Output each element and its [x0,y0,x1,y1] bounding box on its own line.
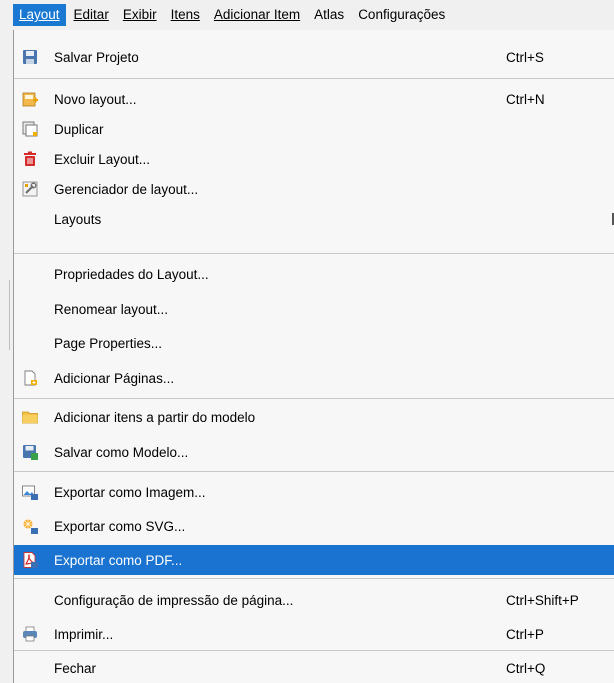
menu-item-exportar-imagem[interactable]: Exportar como Imagem... [14,477,614,507]
menu-bar: Layout Editar Exibir Itens Adicionar Ite… [0,0,614,30]
menu-item-layouts-submenu[interactable]: Layouts [14,204,614,234]
menu-item-renomear-layout[interactable]: Renomear layout... [14,294,614,324]
menu-label: Exportar como Imagem... [54,484,206,500]
menu-item-exportar-svg[interactable]: Exportar como SVG... [14,511,614,541]
window-edge [0,30,13,683]
menu-separator [14,398,614,399]
menu-item-adicionar-itens-modelo[interactable]: Adicionar itens a partir do modelo [14,402,614,432]
duplicate-layout-icon [22,121,38,137]
window-frame-line [9,280,10,350]
menu-item-novo-layout[interactable]: Novo layout... Ctrl+N [14,84,614,114]
add-pages-icon [24,370,37,386]
menu-item-gerenciador-de-layout[interactable]: Gerenciador de layout... [14,174,614,204]
menu-item-page-properties[interactable]: Page Properties... [14,328,614,358]
menu-shortcut: Ctrl+Q [506,660,546,676]
menu-separator [14,253,614,254]
menu-label: Excluir Layout... [54,151,151,167]
menu-item-config-impressao[interactable]: Configuração de impressão de página... C… [14,585,614,615]
menu-label: Salvar Projeto [54,49,139,65]
folder-icon [22,411,38,424]
export-image-icon [22,485,38,500]
menubar-itens[interactable]: Itens [165,4,206,26]
export-svg-icon [22,518,38,534]
menu-item-fechar[interactable]: Fechar Ctrl+Q [14,653,614,683]
menu-item-duplicar[interactable]: Duplicar [14,114,614,144]
menu-label: Layouts [54,211,102,227]
menubar-layout[interactable]: Layout [13,4,66,26]
menu-item-excluir-layout[interactable]: Excluir Layout... [14,144,614,174]
menu-label: Configuração de impressão de página... [54,592,294,608]
menu-label: Novo layout... [54,91,137,107]
menu-item-salvar-como-modelo[interactable]: Salvar como Modelo... [14,437,614,467]
menu-label: Page Properties... [54,335,163,351]
menubar-editar[interactable]: Editar [68,4,115,26]
menu-label: Exportar como SVG... [54,518,186,534]
menu-shortcut: Ctrl+Shift+P [506,592,579,608]
delete-icon [24,151,36,166]
menu-separator [14,471,614,472]
new-layout-icon [22,92,38,107]
export-pdf-icon [23,552,38,568]
save-as-template-icon [23,445,38,460]
menu-label: Gerenciador de layout... [54,181,199,197]
menu-label: Fechar [54,660,97,676]
layout-manager-icon [22,181,38,197]
menu-label: Exportar como PDF... [54,552,183,568]
menu-shortcut: Ctrl+S [506,49,544,65]
layout-menu-dropdown: Salvar Projeto Ctrl+S Novo layout... Ctr… [13,30,614,683]
menubar-configuracoes[interactable]: Configurações [352,4,451,26]
menu-separator [14,78,614,79]
menu-item-propriedades-do-layout[interactable]: Propriedades do Layout... [14,259,614,289]
menubar-adicionar-item[interactable]: Adicionar Item [208,4,306,26]
menu-shortcut: Ctrl+P [506,626,544,642]
save-icon [23,50,37,64]
menu-item-exportar-pdf[interactable]: Exportar como PDF... [14,545,614,575]
menu-item-salvar-projeto[interactable]: Salvar Projeto Ctrl+S [14,42,614,72]
menu-label: Renomear layout... [54,301,169,317]
menu-item-imprimir[interactable]: Imprimir... Ctrl+P [14,619,614,649]
menu-separator [14,650,614,651]
menu-label: Duplicar [54,121,104,137]
menu-shortcut: Ctrl+N [506,91,545,107]
menu-label: Propriedades do Layout... [54,266,209,282]
menu-separator [14,578,614,579]
menu-label: Imprimir... [54,626,114,642]
menubar-exibir[interactable]: Exibir [117,4,163,26]
menu-label: Salvar como Modelo... [54,444,189,460]
menu-label: Adicionar Páginas... [54,370,175,386]
menubar-atlas[interactable]: Atlas [308,4,350,26]
print-icon [23,626,37,642]
menu-item-adicionar-paginas[interactable]: Adicionar Páginas... [14,363,614,393]
menu-label: Adicionar itens a partir do modelo [54,409,256,425]
